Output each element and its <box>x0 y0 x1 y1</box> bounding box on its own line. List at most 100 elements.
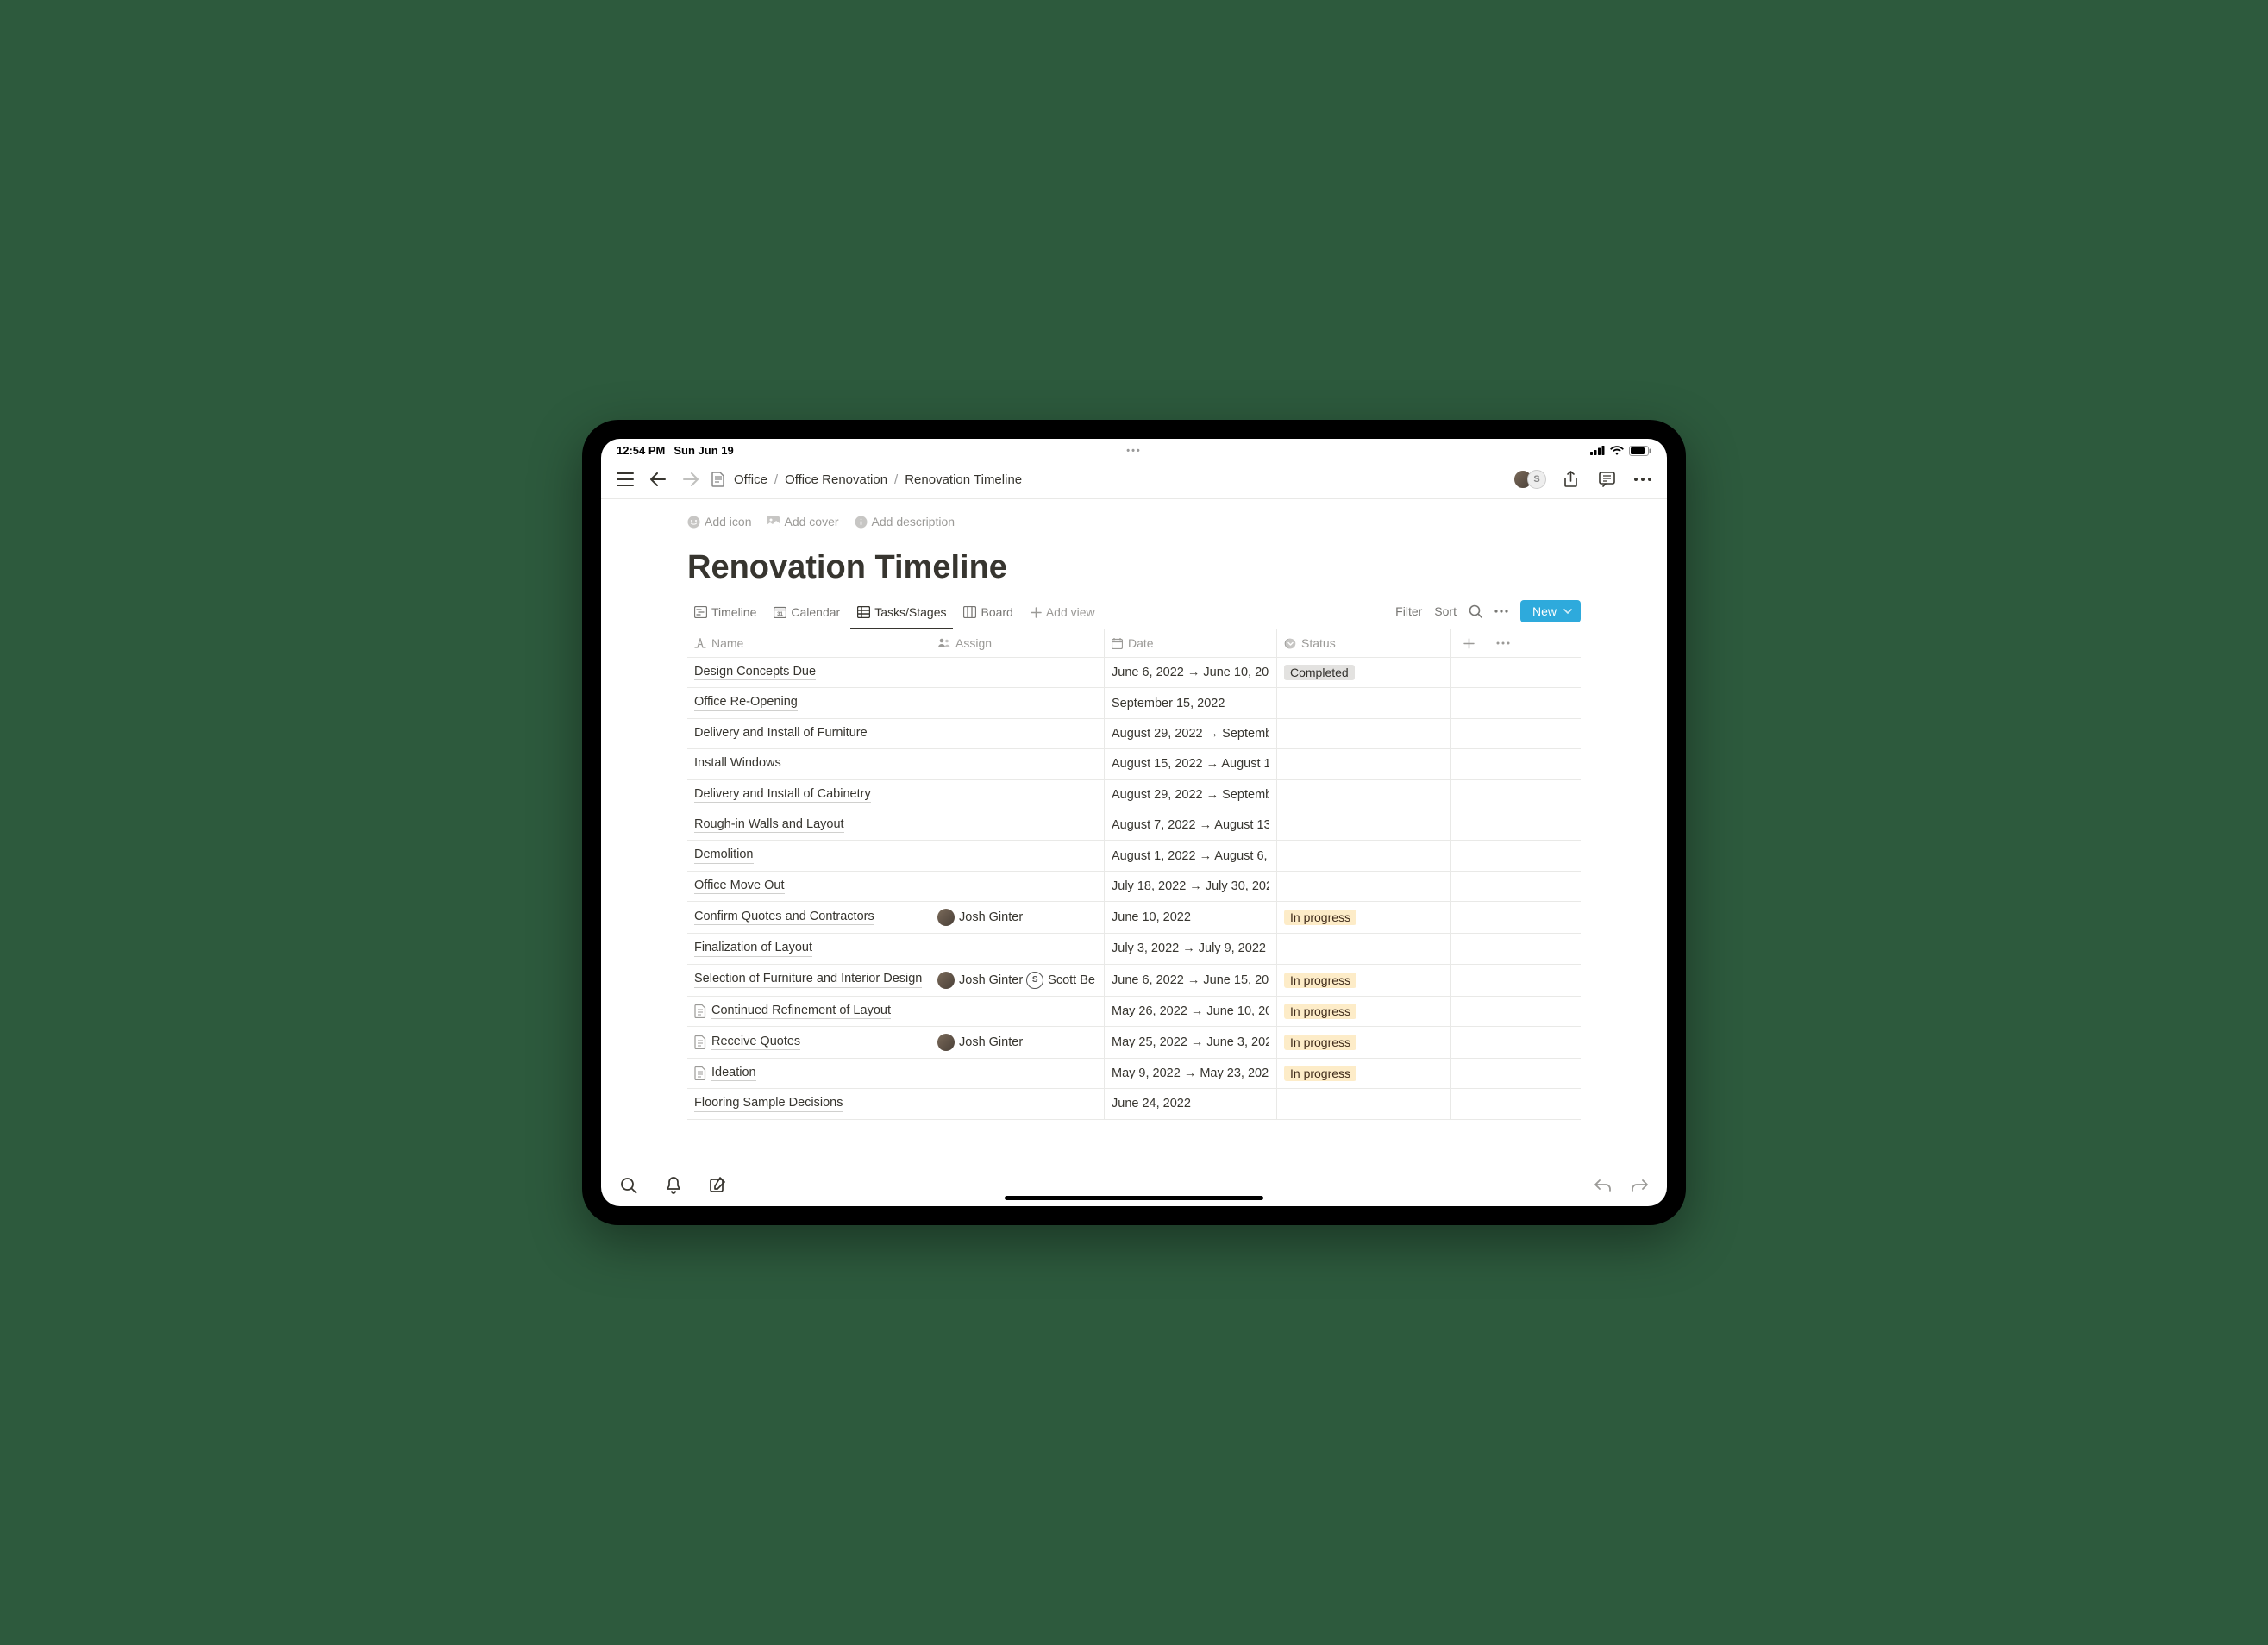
cell-date[interactable]: August 29, 2022 → September <box>1105 719 1277 748</box>
forward-icon[interactable] <box>679 467 703 491</box>
column-more-icon[interactable] <box>1486 629 1520 657</box>
cell-assign[interactable] <box>930 1089 1105 1118</box>
cell-assign[interactable] <box>930 841 1105 870</box>
table-row[interactable]: Delivery and Install of Furniture August … <box>687 719 1581 749</box>
cell-assign[interactable]: Josh Ginter <box>930 902 1105 933</box>
hamburger-icon[interactable] <box>613 467 637 491</box>
cell-date[interactable]: September 15, 2022 <box>1105 688 1277 717</box>
add-column-button[interactable] <box>1451 629 1486 657</box>
cell-date[interactable]: June 24, 2022 <box>1105 1089 1277 1118</box>
cell-name[interactable]: Delivery and Install of Furniture <box>687 719 930 748</box>
add-description-button[interactable]: Add description <box>855 515 955 529</box>
cell-date[interactable]: August 15, 2022 → August 19 <box>1105 749 1277 779</box>
cell-status[interactable]: In progress <box>1277 1027 1451 1058</box>
cell-assign[interactable]: Josh GinterSScott Be <box>930 965 1105 996</box>
cell-name[interactable]: Continued Refinement of Layout <box>687 997 930 1026</box>
table-row[interactable]: Selection of Furniture and Interior Desi… <box>687 965 1581 997</box>
view-more-icon[interactable] <box>1494 610 1508 613</box>
cell-status[interactable]: In progress <box>1277 965 1451 996</box>
redo-icon[interactable] <box>1627 1173 1651 1198</box>
cell-assign[interactable] <box>930 872 1105 901</box>
tab-calendar[interactable]: 31 Calendar <box>767 598 847 629</box>
table-row[interactable]: Finalization of Layout July 3, 2022 → Jul… <box>687 934 1581 964</box>
cell-date[interactable]: May 26, 2022 → June 10, 2022 <box>1105 997 1277 1026</box>
cell-assign[interactable] <box>930 719 1105 748</box>
breadcrumb-parent[interactable]: Office Renovation <box>785 472 887 487</box>
cell-assign[interactable] <box>930 658 1105 687</box>
table-row[interactable]: Office Re-Opening September 15, 2022 <box>687 688 1581 718</box>
multitask-dots-icon[interactable]: ••• <box>1126 446 1142 456</box>
cell-status[interactable] <box>1277 780 1451 810</box>
breadcrumb-current[interactable]: Renovation Timeline <box>905 472 1022 487</box>
filter-button[interactable]: Filter <box>1395 604 1422 618</box>
cell-status[interactable] <box>1277 688 1451 717</box>
cell-name[interactable]: Confirm Quotes and Contractors <box>687 902 930 933</box>
table-row[interactable]: Install Windows August 15, 2022 → August … <box>687 749 1581 779</box>
table-row[interactable]: Office Move Out July 18, 2022 → July 30, … <box>687 872 1581 902</box>
cell-date[interactable]: June 10, 2022 <box>1105 902 1277 933</box>
cell-date[interactable]: May 9, 2022 → May 23, 2022 <box>1105 1059 1277 1088</box>
add-view-button[interactable]: Add view <box>1024 598 1102 629</box>
notifications-icon[interactable] <box>661 1173 686 1198</box>
table-row[interactable]: Rough-in Walls and Layout August 7, 2022 … <box>687 810 1581 841</box>
cell-date[interactable]: August 7, 2022 → August 13, <box>1105 810 1277 840</box>
table-row[interactable]: Demolition August 1, 2022 → August 6, 2 <box>687 841 1581 871</box>
cell-date[interactable]: August 29, 2022 → September <box>1105 780 1277 810</box>
cell-name[interactable]: Office Re-Opening <box>687 688 930 717</box>
cell-name[interactable]: Flooring Sample Decisions <box>687 1089 930 1118</box>
cell-assign[interactable]: Josh Ginter <box>930 1027 1105 1058</box>
more-icon[interactable] <box>1631 467 1655 491</box>
new-button[interactable]: New <box>1520 600 1581 622</box>
table-row[interactable]: Ideation May 9, 2022 → May 23, 2022In pro… <box>687 1059 1581 1089</box>
back-icon[interactable] <box>646 467 670 491</box>
cell-name[interactable]: Finalization of Layout <box>687 934 930 963</box>
cell-date[interactable]: July 3, 2022 → July 9, 2022 <box>1105 934 1277 963</box>
table-row[interactable]: Receive QuotesJosh GinterMay 25, 2022 → … <box>687 1027 1581 1059</box>
search-icon[interactable] <box>617 1173 641 1198</box>
add-icon-button[interactable]: Add icon <box>687 515 751 529</box>
cell-status[interactable] <box>1277 1089 1451 1118</box>
cell-status[interactable]: In progress <box>1277 1059 1451 1088</box>
cell-assign[interactable] <box>930 780 1105 810</box>
breadcrumb-root[interactable]: Office <box>734 472 767 487</box>
column-assign[interactable]: Assign <box>930 629 1105 657</box>
cell-date[interactable]: June 6, 2022 → June 10, 2022 <box>1105 658 1277 687</box>
column-status[interactable]: Status <box>1277 629 1451 657</box>
sort-button[interactable]: Sort <box>1434 604 1457 618</box>
cell-status[interactable]: Completed <box>1277 658 1451 687</box>
table-row[interactable]: Delivery and Install of Cabinetry August … <box>687 780 1581 810</box>
cell-date[interactable]: May 25, 2022 → June 3, 2022 <box>1105 1027 1277 1058</box>
comments-icon[interactable] <box>1594 467 1619 491</box>
column-date[interactable]: Date <box>1105 629 1277 657</box>
page-title[interactable]: Renovation Timeline <box>601 549 1667 586</box>
cell-assign[interactable] <box>930 1059 1105 1088</box>
table-row[interactable]: Flooring Sample Decisions June 24, 2022 <box>687 1089 1581 1119</box>
cell-name[interactable]: Delivery and Install of Cabinetry <box>687 780 930 810</box>
cell-date[interactable]: June 6, 2022 → June 15, 2022 <box>1105 965 1277 996</box>
cell-name[interactable]: Ideation <box>687 1059 930 1088</box>
cell-name[interactable]: Install Windows <box>687 749 930 779</box>
cell-status[interactable] <box>1277 749 1451 779</box>
table-row[interactable]: Design Concepts DueJune 6, 2022 → June 1… <box>687 658 1581 688</box>
add-cover-button[interactable]: Add cover <box>767 515 838 529</box>
cell-name[interactable]: Selection of Furniture and Interior Desi… <box>687 965 930 996</box>
cell-name[interactable]: Office Move Out <box>687 872 930 901</box>
presence-avatars[interactable]: S <box>1519 470 1546 489</box>
cell-name[interactable]: Receive Quotes <box>687 1027 930 1058</box>
table-row[interactable]: Continued Refinement of Layout May 26, 20… <box>687 997 1581 1027</box>
search-icon[interactable] <box>1469 604 1482 618</box>
tab-timeline[interactable]: Timeline <box>687 598 763 629</box>
share-icon[interactable] <box>1558 467 1582 491</box>
column-name[interactable]: Name <box>687 629 930 657</box>
cell-date[interactable]: August 1, 2022 → August 6, 2 <box>1105 841 1277 870</box>
table-row[interactable]: Confirm Quotes and ContractorsJosh Ginte… <box>687 902 1581 934</box>
compose-icon[interactable] <box>706 1173 730 1198</box>
cell-status[interactable] <box>1277 841 1451 870</box>
cell-date[interactable]: July 18, 2022 → July 30, 2022 <box>1105 872 1277 901</box>
cell-status[interactable] <box>1277 872 1451 901</box>
cell-assign[interactable] <box>930 749 1105 779</box>
cell-assign[interactable] <box>930 934 1105 963</box>
tab-board[interactable]: Board <box>956 598 1019 629</box>
cell-name[interactable]: Rough-in Walls and Layout <box>687 810 930 840</box>
cell-name[interactable]: Demolition <box>687 841 930 870</box>
